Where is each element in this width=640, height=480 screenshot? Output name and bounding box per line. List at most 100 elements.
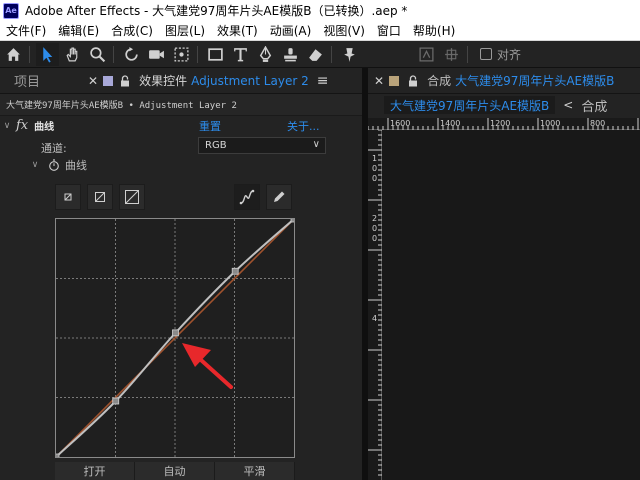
curve-control-point[interactable] bbox=[231, 267, 239, 275]
composition-panel: ✕ 合成 大气建党97周年片头AE模版B 大气建党97周年片头AE模版B < 合… bbox=[368, 68, 640, 480]
pen-icon[interactable] bbox=[254, 43, 277, 66]
about-link[interactable]: 关于... bbox=[287, 118, 320, 134]
toolbar-divider bbox=[467, 45, 468, 63]
selection-icon[interactable] bbox=[36, 42, 59, 66]
puppet-icon[interactable] bbox=[338, 43, 361, 66]
curve-graph[interactable] bbox=[52, 215, 298, 461]
tab-effect-controls[interactable]: ✕ 效果控件 Adjustment Layer 2 ≡ bbox=[88, 72, 328, 89]
chevron-down-icon: ∨ bbox=[312, 139, 320, 150]
toolbar-divider bbox=[197, 45, 198, 63]
annotation-arrow-icon bbox=[182, 343, 233, 389]
bezier-curve-icon bbox=[239, 189, 255, 205]
composition-subtabs: 大气建党97周年片头AE模版B < 合成 bbox=[368, 94, 640, 116]
effect-header-curves[interactable]: ∨ fx 曲线 重置 关于... bbox=[0, 116, 362, 135]
curve-control-point[interactable] bbox=[172, 329, 179, 337]
menu-effect[interactable]: 效果(T) bbox=[211, 22, 264, 39]
stopwatch-icon[interactable] bbox=[48, 159, 60, 171]
curve-graph-canvas[interactable] bbox=[52, 215, 298, 461]
eraser-icon[interactable] bbox=[304, 43, 327, 66]
open-button[interactable]: 打开 bbox=[55, 462, 135, 480]
channel-value: RGB bbox=[205, 140, 227, 151]
close-icon[interactable]: ✕ bbox=[374, 74, 384, 88]
composition-viewer[interactable] bbox=[382, 130, 640, 480]
channel-dropdown[interactable]: RGB ∨ bbox=[198, 137, 326, 154]
after-effects-logo-icon: Ae bbox=[3, 2, 19, 19]
curves-property[interactable]: ∨ 曲线 bbox=[28, 157, 87, 173]
ruler-ticks bbox=[368, 130, 382, 476]
lock-icon[interactable] bbox=[119, 74, 131, 87]
menu-composition[interactable]: 合成(C) bbox=[105, 22, 159, 39]
stamp-icon[interactable] bbox=[279, 43, 302, 66]
snap-checkbox[interactable] bbox=[480, 48, 492, 60]
pan-behind-icon[interactable] bbox=[170, 43, 193, 66]
subtab-active-comp[interactable]: 大气建党97周年片头AE模版B bbox=[384, 96, 556, 114]
tools-toolbar: 对齐 bbox=[0, 41, 640, 68]
menu-bar: 文件(F) 编辑(E) 合成(C) 图层(L) 效果(T) 动画(A) 视图(V… bbox=[0, 21, 640, 41]
rotate-icon[interactable] bbox=[120, 43, 143, 66]
chevron-left-icon[interactable]: < bbox=[563, 98, 573, 112]
ruler-ticks bbox=[368, 118, 639, 130]
subtab-comp[interactable]: 合成 bbox=[581, 96, 607, 115]
panel-menu-icon[interactable]: ≡ bbox=[317, 73, 329, 89]
toolbar-divider bbox=[331, 45, 332, 63]
menu-animation[interactable]: 动画(A) bbox=[264, 22, 318, 39]
menu-file[interactable]: 文件(F) bbox=[0, 22, 52, 39]
ruler-horizontal[interactable]: 1600 1400 1200 1000 800 bbox=[368, 118, 640, 130]
menu-view[interactable]: 视图(V) bbox=[317, 22, 371, 39]
toolbar-divider bbox=[113, 45, 114, 63]
zoom-icon[interactable] bbox=[86, 43, 109, 66]
channel-label: 通道: bbox=[41, 142, 67, 155]
pencil-icon bbox=[274, 191, 285, 202]
comp-layer-path: 大气建党97周年片头AE模版B • Adjustment Layer 2 bbox=[0, 94, 362, 116]
curve-size-small-icon bbox=[64, 193, 72, 201]
smooth-button[interactable]: 平滑 bbox=[215, 462, 295, 480]
title-bar: Ae Adobe After Effects - 大气建党97周年片头AE模版B… bbox=[0, 0, 640, 21]
fx-icon[interactable]: fx bbox=[16, 118, 28, 133]
menu-layer[interactable]: 图层(L) bbox=[159, 22, 211, 39]
lock-icon[interactable] bbox=[407, 74, 419, 87]
effect-controls-panel: 项目 ✕ 效果控件 Adjustment Layer 2 ≡ 大气建党97周年片… bbox=[0, 68, 362, 480]
curve-control-point[interactable] bbox=[112, 397, 120, 405]
toolbar-divider bbox=[29, 45, 30, 63]
menu-window[interactable]: 窗口 bbox=[371, 22, 407, 39]
panel-tabs: 项目 ✕ 效果控件 Adjustment Layer 2 ≡ bbox=[0, 68, 362, 94]
menu-edit[interactable]: 编辑(E) bbox=[52, 22, 105, 39]
composition-tabs: ✕ 合成 大气建党97周年片头AE模版B bbox=[368, 68, 640, 94]
curve-size-medium-icon bbox=[95, 192, 105, 202]
tab-effect-controls-label: 效果控件 bbox=[139, 74, 188, 88]
curves-label: 曲线 bbox=[65, 159, 87, 172]
curve-size-small-button[interactable] bbox=[55, 184, 81, 210]
home-icon[interactable] bbox=[2, 43, 25, 66]
snap-options-icon[interactable] bbox=[415, 43, 438, 66]
snap-label: 对齐 bbox=[497, 47, 522, 62]
snap-grid-icon[interactable] bbox=[440, 43, 463, 66]
chevron-down-icon[interactable]: ∨ bbox=[28, 160, 42, 170]
pencil-draw-button[interactable] bbox=[266, 184, 292, 210]
camera-icon[interactable] bbox=[145, 43, 168, 66]
menu-help[interactable]: 帮助(H) bbox=[407, 22, 461, 39]
effect-name: 曲线 bbox=[34, 122, 55, 133]
curve-size-large-button[interactable] bbox=[119, 184, 145, 210]
bezier-curve-button[interactable] bbox=[234, 184, 260, 210]
rectangle-icon[interactable] bbox=[204, 43, 227, 66]
composition-tab-name[interactable]: 大气建党97周年片头AE模版B bbox=[455, 72, 614, 89]
window-title: Adobe After Effects - 大气建党97周年片头AE模版B（已转… bbox=[25, 4, 408, 18]
curve-control-point[interactable] bbox=[290, 215, 298, 223]
layer-color-swatch bbox=[103, 75, 114, 86]
auto-button[interactable]: 自动 bbox=[135, 462, 215, 480]
composition-tab-label: 合成 bbox=[427, 74, 452, 88]
tab-effect-controls-layer: Adjustment Layer 2 bbox=[191, 73, 309, 88]
tab-project[interactable]: 项目 bbox=[0, 71, 54, 90]
curve-actions: 打开 自动 平滑 bbox=[55, 462, 295, 480]
curve-size-medium-button[interactable] bbox=[87, 184, 113, 210]
comp-color-swatch bbox=[389, 75, 400, 86]
reset-link[interactable]: 重置 bbox=[199, 118, 221, 134]
type-icon[interactable] bbox=[229, 43, 252, 66]
hand-icon[interactable] bbox=[61, 43, 84, 66]
curve-reference-line bbox=[55, 218, 295, 458]
ruler-vertical[interactable]: 1 0 0 2 0 0 4 bbox=[368, 130, 382, 480]
chevron-down-icon[interactable]: ∨ bbox=[0, 121, 14, 131]
close-icon[interactable]: ✕ bbox=[88, 74, 98, 88]
curve-size-large-icon bbox=[125, 190, 139, 204]
curve-control-point[interactable] bbox=[52, 453, 60, 461]
